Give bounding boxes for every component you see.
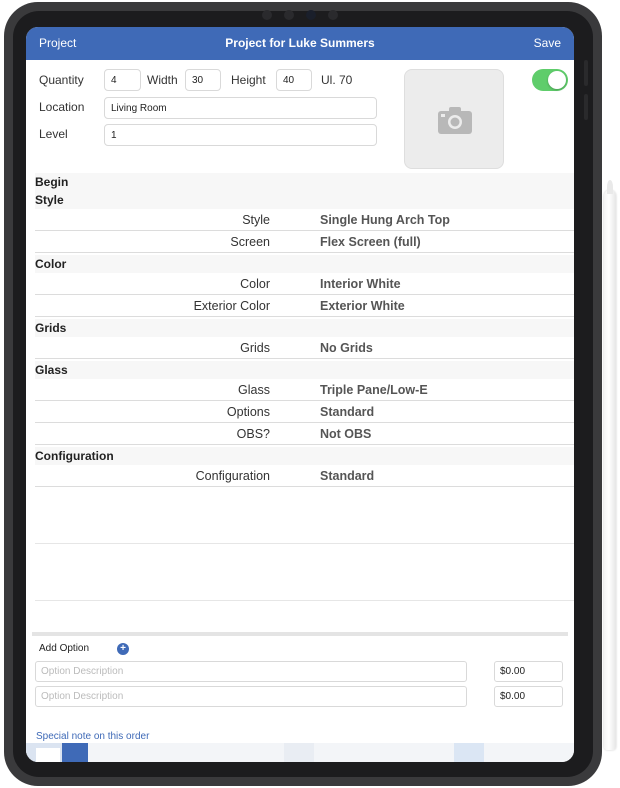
row-label: OBS? xyxy=(236,427,270,441)
sensor-dot xyxy=(328,10,338,20)
quantity-field[interactable]: 4 xyxy=(104,69,141,91)
special-note-link[interactable]: Special note on this order xyxy=(36,731,149,742)
ui-value: Ul. 70 xyxy=(321,73,353,87)
empty-row xyxy=(35,487,574,544)
page-title: Project for Luke Summers xyxy=(225,36,375,50)
location-field[interactable]: Living Room xyxy=(104,97,377,119)
row-label: Grids xyxy=(240,341,270,355)
toolbar-item xyxy=(284,743,314,762)
row-value: Single Hung Arch Top xyxy=(320,213,450,227)
row-style[interactable]: Style Single Hung Arch Top xyxy=(35,209,574,231)
section-divider xyxy=(32,632,568,636)
row-value: Standard xyxy=(320,469,375,483)
add-option-label: Add Option xyxy=(39,643,90,654)
volume-up-button xyxy=(584,60,588,86)
quantity-label: Quantity xyxy=(39,73,84,87)
plus-circle-icon[interactable]: + xyxy=(117,643,129,655)
width-label: Width xyxy=(147,73,178,87)
row-options[interactable]: Options Standard xyxy=(35,401,574,423)
row-value: Flex Screen (full) xyxy=(320,235,421,249)
option-description-input[interactable]: Option Description xyxy=(35,661,467,682)
row-grids[interactable]: Grids No Grids xyxy=(35,337,574,359)
row-value: Standard xyxy=(320,405,375,419)
row-color[interactable]: Color Interior White xyxy=(35,273,574,295)
section-style: Style xyxy=(35,191,574,209)
enabled-toggle[interactable] xyxy=(532,69,568,91)
row-label: Options xyxy=(226,405,270,419)
row-exterior-color[interactable]: Exterior Color Exterior White xyxy=(35,295,574,317)
row-label: Exterior Color xyxy=(193,299,270,313)
section-grids: Grids xyxy=(35,319,574,337)
toggle-knob xyxy=(548,71,566,89)
app-screen: Project Project for Luke Summers Save Qu… xyxy=(26,27,574,762)
section-configuration: Configuration xyxy=(35,447,574,465)
row-value: Exterior White xyxy=(320,299,405,313)
toolbar-item xyxy=(62,743,88,762)
volume-down-button xyxy=(584,94,588,120)
option-description-input[interactable]: Option Description xyxy=(35,686,467,707)
option-price-input[interactable]: $0.00 xyxy=(494,686,563,707)
sensor-dot xyxy=(284,10,294,20)
toolbar-item xyxy=(454,743,484,762)
row-value: No Grids xyxy=(320,341,373,355)
row-value: Not OBS xyxy=(320,427,372,441)
pencil-tip xyxy=(607,180,613,194)
row-label: Glass xyxy=(238,383,270,397)
option-price-input[interactable]: $0.00 xyxy=(494,661,563,682)
options-list: Begin Style Style Single Hung Arch Top S… xyxy=(35,173,574,601)
row-obs[interactable]: OBS? Not OBS xyxy=(35,423,574,445)
bottom-toolbar-strip xyxy=(26,743,574,762)
empty-row xyxy=(35,544,574,601)
apple-pencil xyxy=(604,180,616,750)
section-color: Color xyxy=(35,255,574,273)
location-label: Location xyxy=(39,100,85,114)
sensor-dot xyxy=(262,10,272,20)
section-begin: Begin xyxy=(35,173,574,191)
add-photo-button[interactable] xyxy=(404,69,504,169)
navigation-bar: Project Project for Luke Summers Save xyxy=(26,27,574,60)
row-value: Triple Pane/Low-E xyxy=(320,383,428,397)
section-glass: Glass xyxy=(35,361,574,379)
save-button[interactable]: Save xyxy=(534,36,561,50)
toolbar-item xyxy=(36,748,60,762)
height-label: Height xyxy=(231,73,266,87)
level-field[interactable]: 1 xyxy=(104,124,377,146)
row-label: Color xyxy=(240,277,270,291)
row-label: Screen xyxy=(230,235,270,249)
row-label: Style xyxy=(242,213,270,227)
row-screen[interactable]: Screen Flex Screen (full) xyxy=(35,231,574,253)
row-configuration[interactable]: Configuration Standard xyxy=(35,465,574,487)
level-label: Level xyxy=(39,127,68,141)
row-label: Configuration xyxy=(195,469,270,483)
camera-bar xyxy=(262,8,348,22)
camera-icon xyxy=(438,107,472,134)
height-field[interactable]: 40 xyxy=(276,69,312,91)
row-value: Interior White xyxy=(320,277,401,291)
width-field[interactable]: 30 xyxy=(185,69,221,91)
row-glass[interactable]: Glass Triple Pane/Low-E xyxy=(35,379,574,401)
front-camera-icon xyxy=(306,10,316,20)
